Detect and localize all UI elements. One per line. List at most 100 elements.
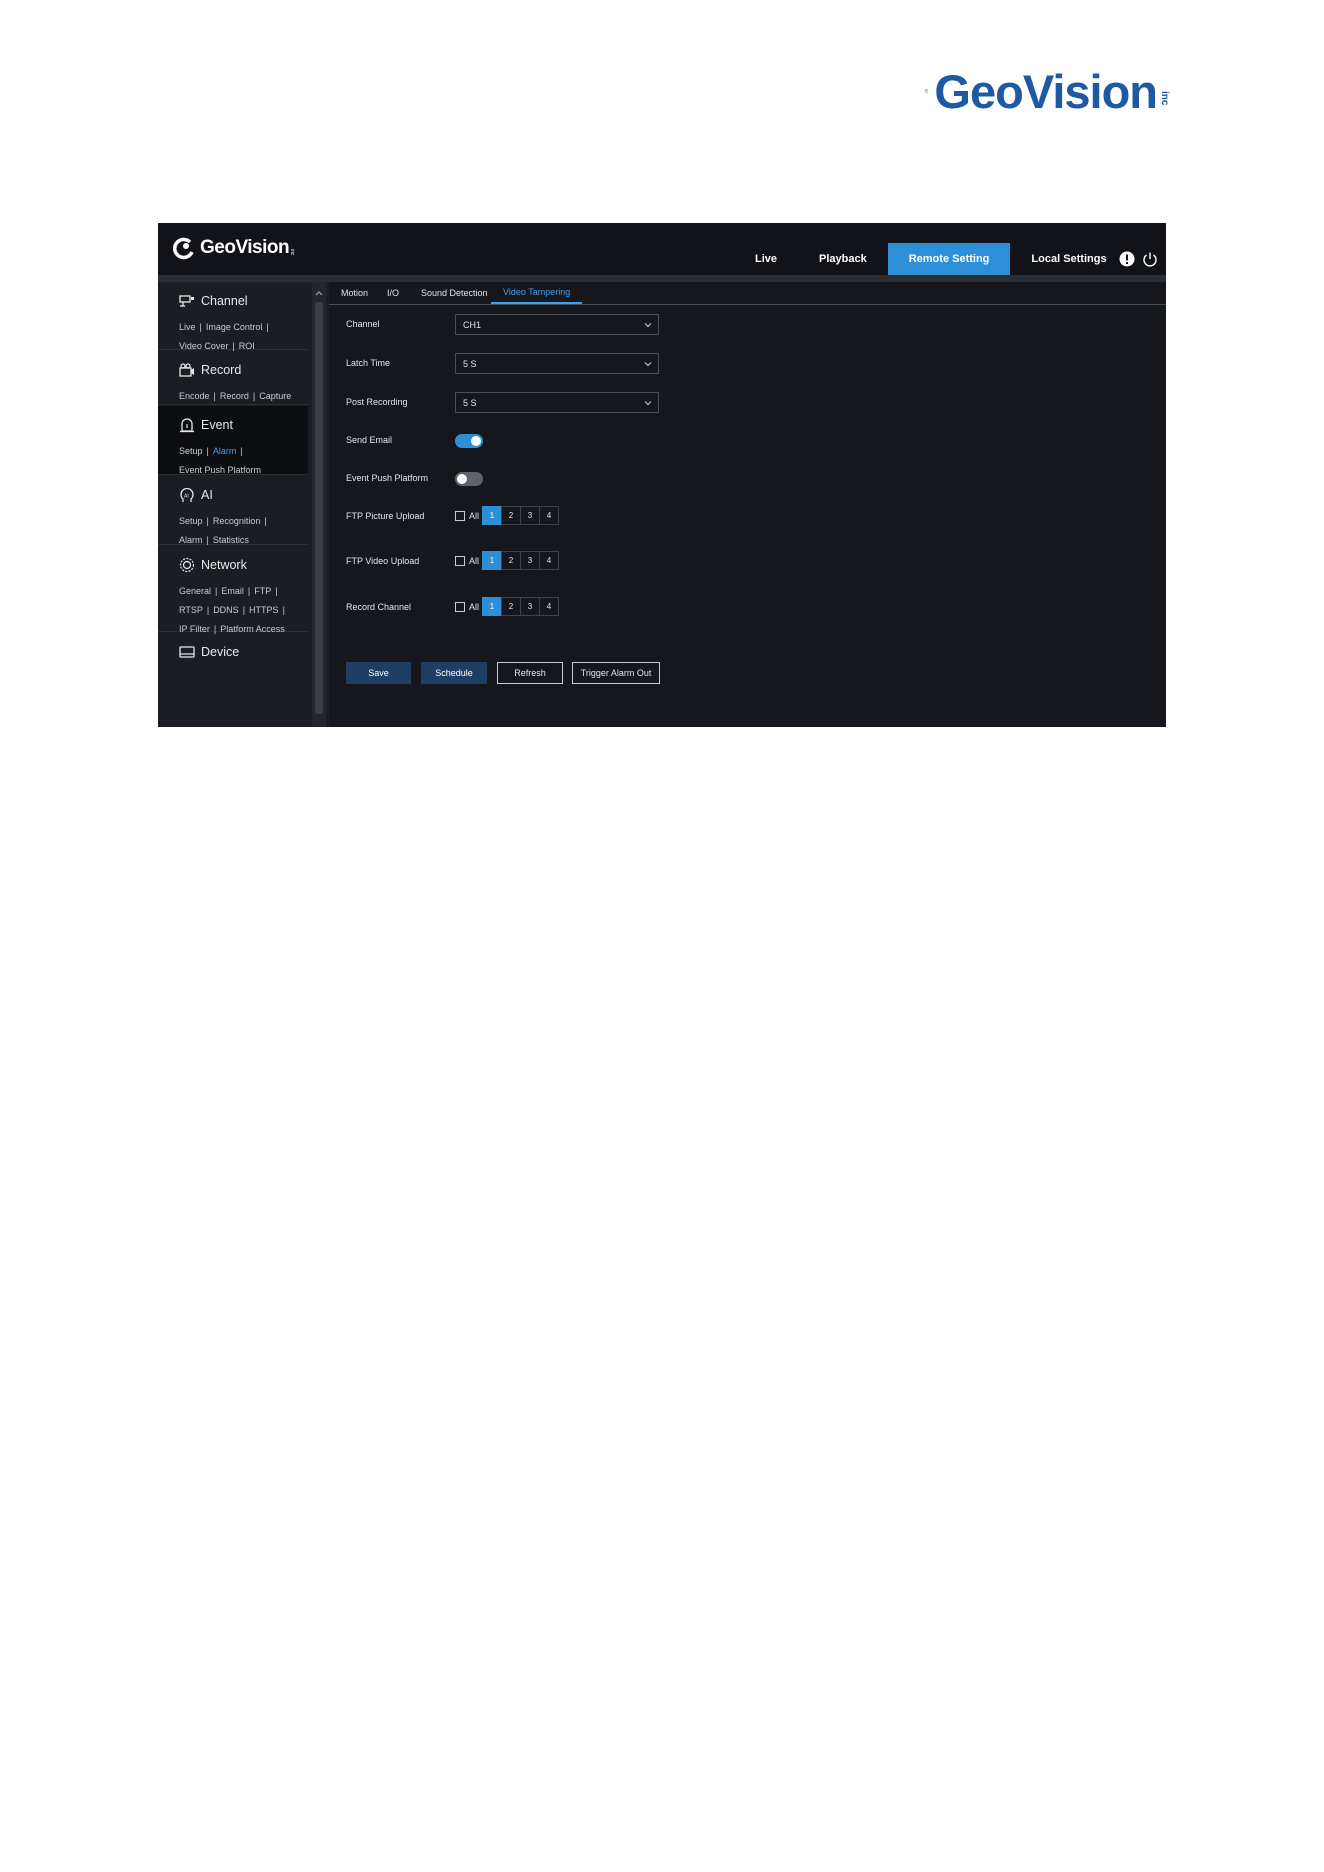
sidebar-head-ai[interactable]: AI AI — [178, 484, 308, 506]
toggle-knob — [457, 474, 467, 484]
ftp-picture-channel-2[interactable]: 2 — [501, 506, 522, 525]
ai-icon: AI — [178, 487, 196, 503]
sidebar-head-record[interactable]: Record — [178, 359, 308, 381]
ftp-picture-all-checkbox[interactable] — [455, 510, 465, 521]
sidebar-link-video-cover[interactable]: Video Cover — [179, 341, 228, 351]
record-channel-channels: All 1 2 3 4 — [455, 597, 560, 616]
record-channel-3[interactable]: 3 — [520, 597, 541, 616]
chevron-up-icon[interactable] — [312, 288, 326, 298]
tab-sound-detection[interactable]: Sound Detection — [409, 282, 500, 304]
info-icon[interactable] — [1118, 250, 1135, 267]
device-icon — [178, 644, 196, 660]
sidebar-link-ai-alarm[interactable]: Alarm — [179, 535, 203, 545]
event-tabs: Motion I/O Sound Detection Video Tamperi… — [329, 282, 1166, 305]
camera-icon — [178, 293, 196, 309]
channel-select[interactable]: CH1 — [455, 314, 659, 335]
sidebar-link-rtsp[interactable]: RTSP — [179, 605, 203, 615]
alarm-icon — [178, 417, 196, 433]
sidebar-head-event[interactable]: Event — [178, 414, 308, 436]
event-push-platform-label: Event Push Platform — [346, 473, 429, 483]
ftp-video-all-label: All — [469, 555, 480, 566]
channel-select-value: CH1 — [463, 319, 482, 330]
sidebar-link-setup[interactable]: Setup — [179, 446, 203, 456]
sidebar-link-image-control[interactable]: Image Control — [206, 322, 263, 332]
ftp-picture-upload-label: FTP Picture Upload — [346, 511, 425, 521]
sidebar-section-event: Event Setup | Alarm | Event Push Platform — [158, 406, 308, 475]
scrollbar-thumb[interactable] — [315, 302, 323, 714]
record-channel-1[interactable]: 1 — [482, 597, 503, 616]
sidebar-link-general[interactable]: General — [179, 586, 211, 596]
save-button[interactable]: Save — [346, 662, 411, 684]
latch-time-label: Latch Time — [346, 358, 391, 368]
sidebar-link-ai-setup[interactable]: Setup — [179, 516, 203, 526]
ftp-video-channel-1[interactable]: 1 — [482, 551, 503, 570]
channel-label: Channel — [346, 319, 380, 329]
sidebar-link-https[interactable]: HTTPS — [249, 605, 279, 615]
sidebar-head-network[interactable]: Network — [178, 554, 308, 576]
record-channel-2[interactable]: 2 — [501, 597, 522, 616]
event-push-platform-toggle[interactable] — [455, 472, 483, 486]
ftp-picture-channel-4[interactable]: 4 — [539, 506, 560, 525]
ftp-picture-upload-channels: All 1 2 3 4 — [455, 506, 560, 525]
ftp-video-channel-2[interactable]: 2 — [501, 551, 522, 570]
sidebar-title-ai: AI — [201, 488, 213, 502]
sidebar-head-channel[interactable]: Channel — [178, 290, 308, 312]
latch-time-select-value: 5 S — [463, 358, 477, 369]
top-navigation: Live Playback Remote Setting Local Setti… — [734, 243, 1128, 275]
tab-video-tampering[interactable]: Video Tampering — [491, 282, 583, 304]
ftp-video-all-checkbox[interactable] — [455, 555, 465, 566]
nav-playback[interactable]: Playback — [798, 243, 888, 275]
app-logo-text: GeoVision — [200, 237, 290, 258]
geovision-logo-mark-icon — [173, 237, 194, 260]
sidebar-link-ddns[interactable]: DDNS — [213, 605, 239, 615]
power-icon[interactable] — [1141, 250, 1158, 267]
ftp-video-upload-label: FTP Video Upload — [346, 556, 420, 566]
schedule-button[interactable]: Schedule — [421, 662, 487, 684]
latch-time-select[interactable]: 5 S — [455, 353, 659, 374]
sidebar-title-network: Network — [201, 558, 247, 572]
sidebar-link-record[interactable]: Record — [220, 391, 249, 401]
record-channel-label: Record Channel — [346, 602, 412, 612]
sidebar-head-device[interactable]: Device — [178, 641, 308, 663]
sidebar-scrollbar[interactable] — [312, 282, 326, 727]
chevron-down-icon — [644, 362, 652, 367]
top-icons — [1118, 250, 1158, 267]
network-icon — [178, 557, 196, 573]
ftp-video-channel-3[interactable]: 3 — [520, 551, 541, 570]
sidebar-link-recognition[interactable]: Recognition — [213, 516, 261, 526]
trigger-alarm-out-button[interactable]: Trigger Alarm Out — [572, 662, 660, 684]
sidebar-links-event: Setup | Alarm | Event Push Platform — [179, 446, 262, 475]
ftp-video-upload-channels: All 1 2 3 4 — [455, 551, 560, 570]
sidebar-link-email[interactable]: Email — [221, 586, 244, 596]
sidebar-link-roi[interactable]: ROI — [239, 341, 255, 351]
sidebar-link-event-push-platform[interactable]: Event Push Platform — [179, 465, 261, 475]
nav-local-settings[interactable]: Local Settings — [1010, 243, 1127, 275]
record-channel-4[interactable]: 4 — [539, 597, 560, 616]
page-logo-inc: inc — [1159, 90, 1170, 106]
sidebar-link-capture[interactable]: Capture — [259, 391, 291, 401]
tab-motion[interactable]: Motion — [329, 282, 380, 304]
refresh-button[interactable]: Refresh — [497, 662, 563, 684]
send-email-toggle[interactable] — [455, 434, 483, 448]
record-channel-all-label: All — [469, 601, 480, 612]
nav-remote-setting[interactable]: Remote Setting — [887, 243, 1011, 275]
post-recording-select[interactable]: 5 S — [455, 392, 659, 413]
ftp-video-channel-4[interactable]: 4 — [539, 551, 560, 570]
ftp-picture-channel-3[interactable]: 3 — [520, 506, 541, 525]
sidebar-section-ai: AI AI Setup | Recognition | Alarm | Statistic… — [158, 476, 308, 545]
remote-setting-window: GeoVision inc Live Playback Remote Setti… — [158, 223, 1166, 727]
post-recording-label: Post Recording — [346, 397, 408, 407]
ftp-picture-channel-1[interactable]: 1 — [482, 506, 503, 525]
sidebar-title-channel: Channel — [201, 294, 248, 308]
sidebar-section-network: Network General | Email | FTP | RTSP | DDNS | HTT… — [158, 546, 308, 634]
tab-io[interactable]: I/O — [375, 282, 411, 304]
sidebar: Channel Live | Image Control | Video Cover |… — [158, 282, 329, 727]
post-recording-select-value: 5 S — [463, 397, 477, 408]
sidebar-link-alarm[interactable]: Alarm — [213, 446, 237, 456]
sidebar-link-encode[interactable]: Encode — [179, 391, 210, 401]
sidebar-link-live[interactable]: Live — [179, 322, 196, 332]
sidebar-link-ftp[interactable]: FTP — [254, 586, 271, 596]
sidebar-link-statistics[interactable]: Statistics — [213, 535, 249, 545]
record-channel-all-checkbox[interactable] — [455, 601, 465, 612]
nav-live[interactable]: Live — [734, 243, 798, 275]
